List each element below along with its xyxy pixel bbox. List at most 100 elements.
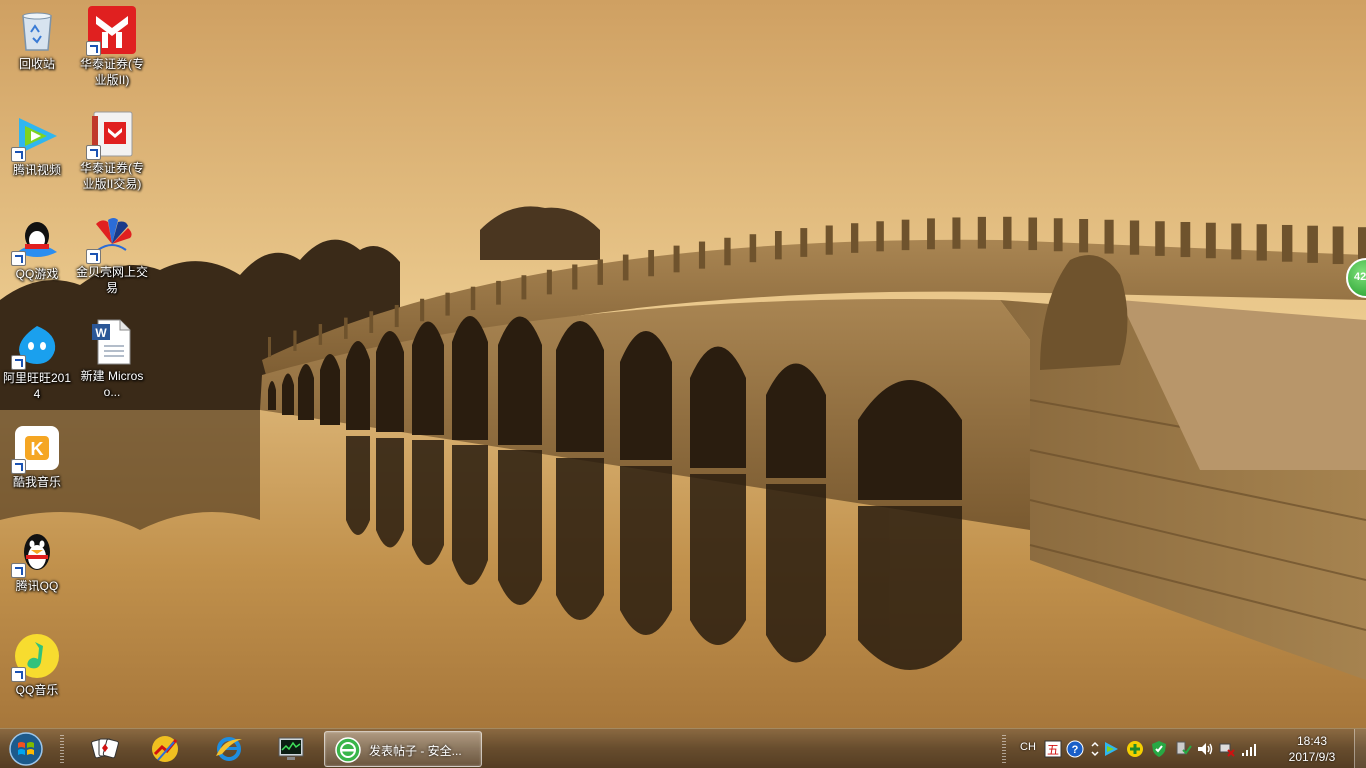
taskbar-task-secure-browser[interactable]: 发表帖子 - 安全... [324,731,482,767]
bridge-balustrade-post [470,286,476,311]
taskbar-clock[interactable]: 18:43 2017/9/3 [1276,733,1348,765]
bridge-balustrade-post [927,218,935,250]
desktop-icon-qq-music[interactable]: QQ音乐 [0,632,74,698]
bridge-balustrade-post [293,330,297,351]
system-tray: CH 五 ? 18:43 2017/9/3 [996,729,1366,768]
stock-software-icon [152,736,178,762]
bridge-balustrade-post [1155,221,1165,256]
svg-text:五: 五 [1047,743,1059,757]
bridge-balustrade-post [318,324,323,345]
bridge-balustrade-post [800,228,808,257]
kuwo-music-icon: K [11,424,61,474]
shortcut-arrow-icon [11,251,26,266]
seventeen-arch-bridge-photo [0,0,1366,728]
bridge-balustrade-post [1281,224,1293,262]
accelerator-plus-icon[interactable] [1126,740,1144,758]
security-shield-icon[interactable] [1150,740,1168,758]
bridge-balustrade-post [521,275,527,300]
desktop-icon-label: QQ音乐 [15,683,59,697]
bridge-balustrade-post [698,241,706,269]
pinned-solitaire[interactable] [78,731,132,767]
windows-logo-icon [9,732,43,766]
taskbar: 发表帖子 - 安全... CH 五 ? 18:43 2017/9/3 [0,728,1366,768]
video-player-tray-icon[interactable] [1102,740,1120,758]
volume-icon[interactable] [1196,740,1214,758]
svg-text:?: ? [1072,744,1079,756]
svg-text:K: K [31,439,44,459]
shortcut-arrow-icon [86,145,101,160]
desktop-icon-aliwangwang[interactable]: 阿里旺旺2014 [0,320,74,402]
tray-grip[interactable] [1002,735,1006,763]
task-manager-icon [278,737,304,760]
desktop-icon-tencent-video[interactable]: 腾讯视频 [0,112,74,178]
floating-ball-value: 42 [1354,271,1366,283]
desktop-icon-label: 华泰证券(专业版II) [80,57,144,87]
pinned-task-manager[interactable] [264,731,318,767]
secure-browser-icon [335,737,361,763]
desktop-icon-recycle-bin[interactable]: 回收站 [0,6,74,72]
bridge-balustrade-post [496,280,501,305]
qq-game-icon [11,216,61,266]
network-disconnected-icon[interactable] [1218,740,1236,758]
help-icon[interactable]: ? [1066,740,1084,758]
signal-bars-icon[interactable] [1240,740,1258,758]
bridge-balustrade-post [572,264,578,290]
desktop-icon-label: 新建 Microso... [80,369,144,399]
desktop-icon-label: 阿里旺旺2014 [2,371,72,401]
bridge-balustrade-post [1332,226,1344,265]
solitaire-cards-icon [91,738,119,759]
shortcut-arrow-icon [11,667,26,682]
task-title: 发表帖子 - 安全... [369,744,462,758]
show-desktop-button[interactable] [1354,729,1366,768]
desktop-icon-new-word-document[interactable]: W 新建 Microso... [75,318,149,400]
shortcut-arrow-icon [86,249,101,264]
bridge-balustrade-post [420,298,425,322]
desktop-icon-kuwo-music[interactable]: K 酷我音乐 [0,424,74,490]
bridge-balustrade-post [597,259,603,285]
desktop-icon-jinbeike[interactable]: 金贝壳网上交易 [75,214,149,296]
desktop-icon-label: 回收站 [18,57,55,71]
tray-expand-icon[interactable] [1086,740,1099,758]
desktop-icon-qq-game[interactable]: QQ游戏 [0,216,74,282]
shortcut-arrow-icon [11,459,26,474]
bridge-balustrade-post [445,292,450,316]
desktop-icon-qq[interactable]: 腾讯QQ [0,528,74,594]
clock-time: 18:43 [1296,734,1328,748]
huatai-trade-icon [86,110,136,160]
bridge-balustrade-post [1129,220,1140,255]
bridge-balustrade-post [1079,219,1089,253]
bridge-balustrade-post [622,254,629,281]
pinned-internet-explorer[interactable] [202,731,256,767]
safely-remove-hardware-icon[interactable] [1174,740,1192,758]
taskbar-grip[interactable] [60,735,64,763]
bridge-balustrade-post [546,269,552,295]
bridge-balustrade-post [268,337,271,357]
bridge-balustrade-post [1180,221,1191,258]
bridge-balustrade-post [1231,223,1242,260]
shortcut-arrow-icon [11,355,26,370]
desktop-icon-huatai-securities[interactable]: 华泰证券(专业版II) [75,6,149,88]
jinbeike-icon [86,214,136,264]
bridge-balustrade-post [774,231,782,260]
bridge-balustrade-post [394,304,399,328]
ime-toolbar-icon[interactable]: 五 [1044,740,1062,758]
shortcut-arrow-icon [11,563,26,578]
desktop-icon-huatai-trade[interactable]: 华泰证券(专业版II交易) [75,110,149,192]
bridge-balustrade-post [1003,216,1012,249]
bridge-balustrade-post [977,216,986,249]
desktop-icon-label: 酷我音乐 [12,475,61,489]
bridge-balustrade-post [1205,222,1216,259]
desktop-icon-label: QQ游戏 [15,267,59,281]
aliwangwang-icon [11,320,61,370]
bridge-balustrade-post [1028,217,1038,251]
bridge-balustrade-post [648,249,655,277]
start-button[interactable] [6,731,46,767]
language-indicator[interactable]: CH [1020,741,1036,753]
shortcut-arrow-icon [86,41,101,56]
bridge-balustrade-post [369,311,374,333]
clock-date: 2017/9/3 [1288,750,1336,764]
word-document-icon: W [88,318,136,366]
bridge-balustrade-post [1256,224,1267,261]
recycle-bin-icon [13,6,61,54]
pinned-stock-software[interactable] [138,731,192,767]
